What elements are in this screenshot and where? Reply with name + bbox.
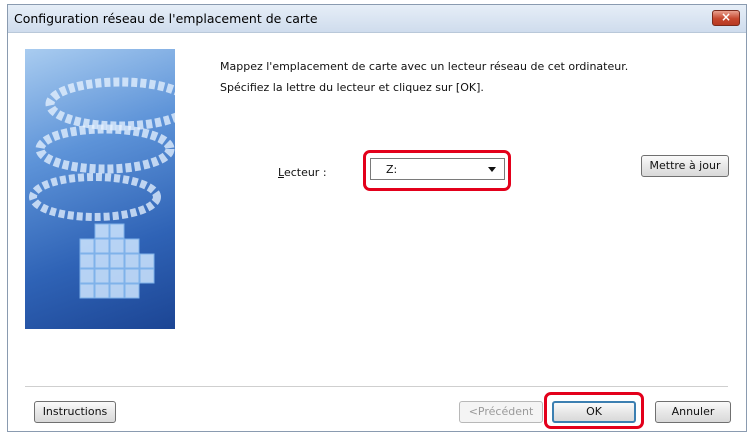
drive-label-text: ecteur : <box>283 166 327 179</box>
dialog-window: Configuration réseau de l'emplacement de… <box>7 4 747 432</box>
previous-button[interactable]: <Précédent <box>459 401 543 423</box>
title-bar: Configuration réseau de l'emplacement de… <box>8 5 746 33</box>
chevron-down-icon <box>488 167 496 172</box>
dialog-body: Mappez l'emplacement de carte avec un le… <box>8 33 746 431</box>
cancel-button[interactable]: Annuler <box>655 401 731 423</box>
instruction-text-2: Spécifiez la lettre du lecteur et clique… <box>220 81 484 94</box>
ok-button[interactable]: OK <box>552 401 636 423</box>
divider <box>25 386 728 387</box>
drive-select-value: Z: <box>386 163 398 176</box>
window-title: Configuration réseau de l'emplacement de… <box>14 11 318 26</box>
update-button[interactable]: Mettre à jour <box>641 155 729 177</box>
drive-label: Lecteur : <box>278 166 327 179</box>
drive-select[interactable]: Z: <box>370 158 505 180</box>
instructions-button[interactable]: Instructions <box>34 401 116 423</box>
close-icon: × <box>720 10 732 24</box>
instruction-text-1: Mappez l'emplacement de carte avec un le… <box>220 60 629 73</box>
close-button[interactable]: × <box>712 10 740 26</box>
decorative-image <box>25 49 175 329</box>
spiral-cubes-illustration <box>29 77 175 299</box>
